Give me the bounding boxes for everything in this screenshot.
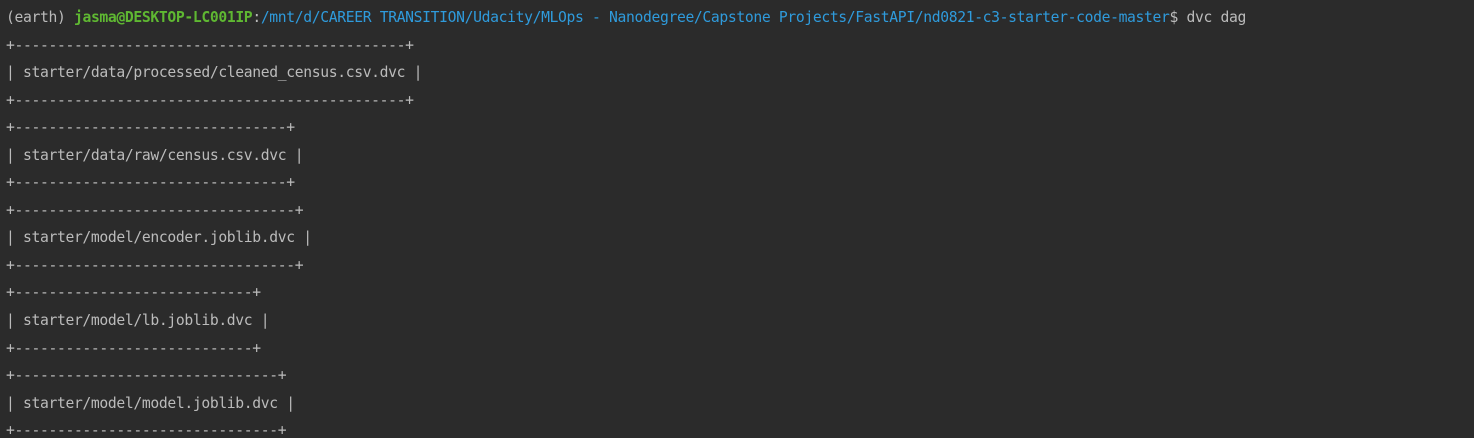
output-line-border: +-------------------------------+ (6, 422, 287, 438)
output-line-border: +----------------------------+ (6, 284, 261, 302)
output-line-border: +---------------------------------------… (6, 91, 414, 109)
conda-env-label: (earth) (6, 9, 66, 26)
output-line-node-cleaned-census: | starter/data/processed/cleaned_census.… (6, 64, 423, 82)
output-line-border: +--------------------------------+ (6, 119, 295, 137)
output-line-border: +---------------------------------------… (6, 36, 414, 54)
output-line-node-census: | starter/data/raw/census.csv.dvc | (6, 146, 304, 164)
prompt-line: (earth) jasma@DESKTOP-LC001IP:/mnt/d/CAR… (6, 4, 1474, 32)
output-line-border: +---------------------------------+ (6, 256, 304, 274)
command-input[interactable]: dvc dag (1187, 9, 1247, 26)
output-line-border: +--------------------------------+ (6, 174, 295, 192)
output-line-border: +---------------------------------+ (6, 201, 304, 219)
output-line-node-model: | starter/model/model.joblib.dvc | (6, 394, 295, 412)
working-directory: /mnt/d/CAREER TRANSITION/Udacity/MLOps -… (260, 9, 1170, 26)
output-line-node-encoder: | starter/model/encoder.joblib.dvc | (6, 229, 312, 247)
output-line-node-lb: | starter/model/lb.joblib.dvc | (6, 312, 270, 330)
terminal-window[interactable]: (earth) jasma@DESKTOP-LC001IP:/mnt/d/CAR… (0, 0, 1474, 438)
user-host: jasma@DESKTOP-LC001IP (73, 9, 253, 26)
prompt-symbol: $ (1169, 9, 1179, 26)
prompt-separator: : (252, 9, 261, 26)
output-line-border: +-------------------------------+ (6, 367, 287, 385)
output-line-border: +----------------------------+ (6, 339, 261, 357)
